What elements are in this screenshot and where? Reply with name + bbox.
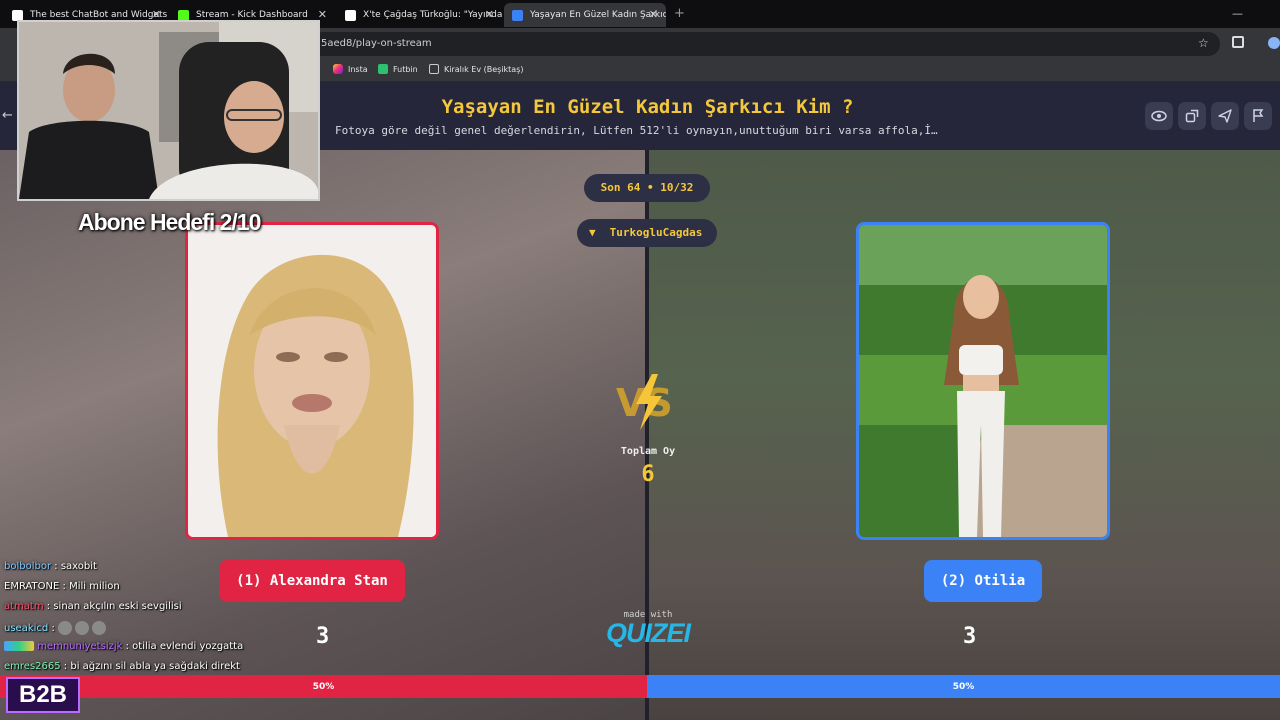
external-window-icon [1185,109,1199,123]
left-percent-bar: 50% [0,675,647,698]
flag-button[interactable] [1244,102,1272,130]
quizei-logo: QUIZEI [605,618,691,648]
kick-bot-icon [12,9,23,21]
left-option-button[interactable]: (1) Alexandra Stan [219,560,405,602]
chat-text: : otilia evlendi yozgatta [125,641,244,652]
chat-message: atmatm : sinan akçılın eski sevgilisi [4,601,182,612]
quiz-subtitle: Fotoya göre değil genel değerlendirin, L… [335,124,938,137]
bookmark-label: Insta [348,64,368,74]
chat-message: EMRATONE : Mili milion [4,581,120,592]
webcam-image [19,22,318,199]
close-icon[interactable]: ✕ [649,8,658,21]
chat-username: atmatm [4,601,44,612]
close-icon[interactable]: ✕ [485,8,494,21]
chat-username: EMRATONE [4,581,60,592]
right-option-card[interactable] [856,222,1110,540]
round-badge: Son 64 • 10/32 [584,174,710,202]
emote-icon [75,621,90,635]
right-percent-bar: 50% [647,675,1280,698]
flag-icon [1253,109,1264,122]
host-badge: ▼ TurkogluCagdas [577,219,717,247]
left-percent-label: 50% [312,681,335,692]
minimize-button[interactable]: — [1232,7,1243,20]
left-option-card[interactable] [185,222,439,540]
x-icon [345,9,356,21]
bookmark-label: Kiralık Ev (Beşiktaş) [444,64,524,74]
right-percent-label: 50% [952,681,975,692]
total-votes-label: Toplam Oy [620,446,676,457]
chat-text: : Mili milion [62,581,120,592]
shield-icon: ▼ [589,226,596,239]
tab-quizei[interactable]: Yaşayan En Güzel Kadın Şarkıcı ✕ [504,3,666,27]
chat-username: memnuniyetsizjk [37,641,123,652]
bookmark-label: Futbin [393,64,418,74]
chat-message: memnuniyetsizjk : otilia evlendi yozgatt… [4,641,243,652]
instagram-icon [333,64,343,74]
chat-username: useakicd [4,623,49,634]
bookmark-folder[interactable]: Kiralık Ev (Beşiktaş) [429,64,524,74]
tab-x-post[interactable]: X'te Çağdaş Türkoğlu: "Yayında ✕ [337,3,502,27]
chat-text: : sinan akçılın eski sevgilisi [46,601,182,612]
tab-title: X'te Çağdaş Türkoğlu: "Yayında [363,10,502,20]
b2b-logo: B2B [6,677,80,713]
profile-icon[interactable] [1268,37,1280,49]
host-name: TurkogluCagdas [609,226,703,239]
send-icon [1218,109,1232,123]
bookmark-futbin[interactable]: Futbin [378,64,418,74]
emote-icon [58,621,72,635]
left-vote-count: 3 [316,624,330,649]
chat-username: emres2665 [4,661,61,672]
new-tab-button[interactable]: + [674,6,685,21]
kick-icon [178,9,189,21]
chat-username: bolbolbor [4,561,52,572]
share-window-button[interactable] [1178,102,1206,130]
emote-icon [92,621,107,635]
total-votes-count: 6 [641,462,655,487]
futbin-icon [378,64,388,74]
right-contestant-photo [859,225,1107,537]
chat-text: : [51,623,55,634]
folder-icon [429,64,439,74]
tab-title: The best ChatBot and Widgets [30,10,168,20]
vs-lightning-icon: VS [616,374,673,430]
right-option-button[interactable]: (2) Otilia [924,560,1042,602]
chat-message: emres2665 : bi ağzını sil abla ya sağdak… [4,661,240,672]
chat-text: : saxobit [54,561,97,572]
url-text: 5aed8/play-on-stream [321,38,432,49]
url-field[interactable]: 5aed8/play-on-stream [310,32,1220,56]
badges-icon [4,641,34,651]
tab-title: Yaşayan En Güzel Kadın Şarkıcı [530,10,666,20]
chat-message: useakicd : [4,621,107,635]
quizei-icon [512,9,523,21]
tab-title: Stream - Kick Dashboard [196,10,308,20]
chat-text: : bi ağzını sil abla ya sağdaki direkt [63,661,240,672]
extensions-icon[interactable] [1232,36,1244,48]
chat-message: bolbolbor : saxobit [4,561,97,572]
webcam-overlay [17,20,320,201]
subscriber-goal: Abone Hedefi 2/10 [78,209,261,235]
eye-button[interactable] [1145,102,1173,130]
left-contestant-photo [188,225,436,537]
eye-icon [1151,110,1167,122]
right-vote-count: 3 [963,624,977,649]
bookmark-insta[interactable]: Insta [333,64,368,74]
send-button[interactable] [1211,102,1239,130]
star-icon[interactable]: ☆ [1198,36,1209,50]
